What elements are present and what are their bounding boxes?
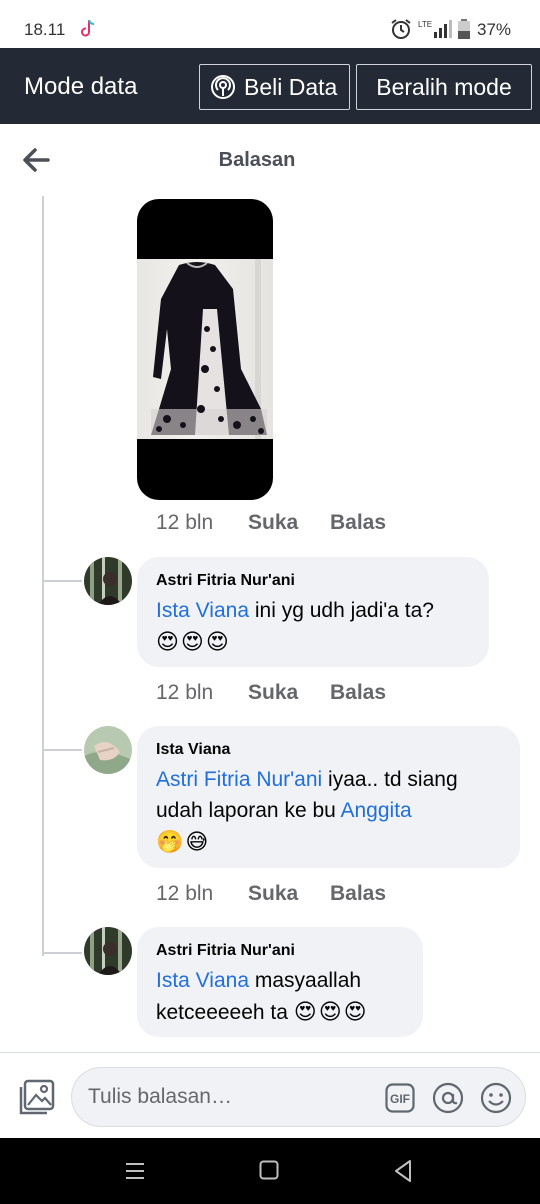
mention-link[interactable]: Ista Viana xyxy=(156,599,249,622)
comment-bubble[interactable]: Ista Viana Astri Fitria Nur'ani iyaa.. t… xyxy=(137,726,520,868)
broadcast-icon xyxy=(211,75,235,99)
status-time: 18.11 xyxy=(24,20,66,39)
avatar[interactable] xyxy=(84,927,132,975)
avatar[interactable] xyxy=(84,726,132,774)
avatar-photo xyxy=(84,927,132,975)
comment-body-line2: udah laporan ke bu xyxy=(156,799,341,822)
thread-branch xyxy=(42,952,82,954)
comment-bubble[interactable]: Astri Fitria Nur'ani Ista Viana masyaall… xyxy=(137,927,423,1037)
timestamp: 12 bln xyxy=(156,882,214,905)
like-button[interactable]: Suka xyxy=(248,511,298,535)
avatar-photo xyxy=(84,726,132,774)
reply-input[interactable] xyxy=(88,1080,368,1114)
buy-data-label: Beli Data xyxy=(244,73,338,100)
comment-body: ini yg udh jadi'a ta? xyxy=(249,599,434,622)
comment-author[interactable]: Astri Fitria Nur'ani xyxy=(156,571,470,591)
mention-link[interactable]: Anggita xyxy=(341,799,412,822)
thread-branch xyxy=(42,749,82,751)
emoji-heart-eyes: 😍😍😍 xyxy=(293,999,369,1024)
mention-link[interactable]: Astri Fitria Nur'ani xyxy=(156,768,322,791)
status-bar: 18.11 LTE 37% xyxy=(0,0,540,48)
thread-branch xyxy=(42,580,82,582)
comment-author[interactable]: Ista Viana xyxy=(156,740,501,760)
gif-label: GIF xyxy=(390,1092,410,1106)
like-button[interactable]: Suka xyxy=(248,681,298,705)
emoji-laughing: 🤭😅 xyxy=(156,829,211,854)
comment-body: iyaa.. td siang xyxy=(322,768,458,791)
comment-text: Ista Viana masyaallah ketceeeeeh ta 😍😍😍 xyxy=(156,965,404,1028)
android-nav-bar xyxy=(0,1138,540,1204)
mention-link[interactable]: Ista Viana xyxy=(156,969,249,992)
comment-author[interactable]: Astri Fitria Nur'ani xyxy=(156,941,404,961)
avatar[interactable] xyxy=(84,557,132,605)
page-title: Balasan xyxy=(218,149,296,171)
battery-percentage: 37% xyxy=(477,20,512,39)
alarm-icon xyxy=(391,19,411,39)
reply-composer: GIF xyxy=(0,1052,540,1138)
dress-illustration xyxy=(151,259,267,439)
buy-data-button[interactable]: Beli Data xyxy=(199,64,350,110)
data-mode-title: Mode data xyxy=(24,73,138,100)
photo-background xyxy=(137,259,273,439)
comment-bubble[interactable]: Astri Fitria Nur'ani Ista Viana ini yg u… xyxy=(137,557,489,667)
signal-icon: LTE xyxy=(418,20,452,38)
reply-input-container[interactable]: GIF xyxy=(71,1067,526,1127)
comment-body: masyaallah xyxy=(249,969,362,992)
emoji-heart-eyes: 😍😍😍 xyxy=(156,629,231,654)
mention-at-icon[interactable] xyxy=(432,1082,464,1114)
recent-apps-icon[interactable] xyxy=(124,1160,146,1182)
gif-icon[interactable]: GIF xyxy=(385,1083,415,1113)
home-icon[interactable] xyxy=(259,1160,279,1180)
timestamp: 12 bln xyxy=(156,681,214,704)
timestamp: 12 bln xyxy=(156,511,214,534)
emoji-smiley-icon[interactable] xyxy=(480,1082,512,1114)
reply-button[interactable]: Balas xyxy=(330,511,386,535)
thread-line xyxy=(42,196,44,956)
like-button[interactable]: Suka xyxy=(248,882,298,906)
comment-text: Ista Viana ini yg udh jadi'a ta? 😍😍😍 xyxy=(156,595,470,658)
reply-button[interactable]: Balas xyxy=(330,681,386,705)
photo-gallery-icon[interactable] xyxy=(18,1078,56,1116)
tiktok-icon xyxy=(81,19,95,37)
nav-back-icon[interactable] xyxy=(393,1159,413,1183)
avatar-photo xyxy=(84,557,132,605)
data-mode-banner: Mode data Beli Data Beralih mode xyxy=(0,48,540,124)
lte-label: LTE xyxy=(418,20,432,29)
comment-body-line2: ketceeeeeh ta xyxy=(156,1001,294,1024)
battery-icon xyxy=(458,19,470,39)
attached-dress-photo[interactable] xyxy=(137,199,273,500)
reply-button[interactable]: Balas xyxy=(330,882,386,906)
comment-text: Astri Fitria Nur'ani iyaa.. td siang uda… xyxy=(156,764,501,858)
switch-mode-button[interactable]: Beralih mode xyxy=(356,64,532,110)
